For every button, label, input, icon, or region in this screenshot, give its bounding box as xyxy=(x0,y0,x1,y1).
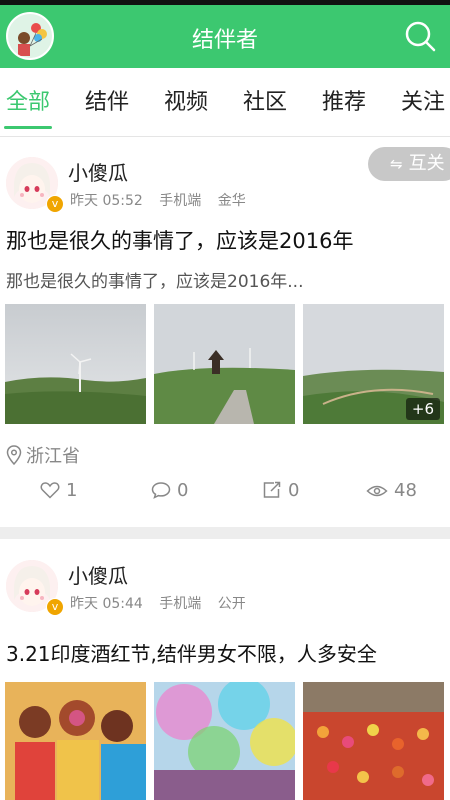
category-tabs: 全部 结伴 视频 社区 推荐 关注 xyxy=(0,68,450,137)
tab-all[interactable]: 全部 xyxy=(6,84,50,116)
post-time: 昨天 05:44 xyxy=(70,596,143,612)
mutual-follow-button[interactable]: ⇋ 互关 xyxy=(368,147,450,181)
share-button[interactable]: 0 xyxy=(262,480,299,501)
tab-following[interactable]: 关注 xyxy=(401,84,445,116)
post-title[interactable]: 3.21印度酒红节,结伴男女不限，人多安全 xyxy=(6,638,377,667)
location-pin-icon xyxy=(6,445,22,466)
verified-badge-icon: v xyxy=(46,195,64,213)
post-meta: 昨天 05:44 手机端 公开 xyxy=(70,593,258,613)
post-location[interactable]: 浙江省 xyxy=(6,442,80,468)
active-tab-indicator xyxy=(4,126,52,129)
username[interactable]: 小傻瓜 xyxy=(68,157,128,186)
tab-video[interactable]: 视频 xyxy=(164,84,208,116)
post-divider xyxy=(0,527,450,539)
tab-partner[interactable]: 结伴 xyxy=(85,84,129,116)
post-meta: 昨天 05:52 手机端 金华 xyxy=(70,190,258,210)
post-device: 手机端 xyxy=(159,596,202,612)
post-photo[interactable] xyxy=(5,682,146,800)
share-icon xyxy=(263,481,281,498)
post-photo[interactable]: +6 xyxy=(303,304,444,424)
share-count: 0 xyxy=(288,480,300,501)
like-button[interactable]: 1 xyxy=(40,480,77,501)
post-title[interactable]: 那也是很久的事情了，应该是2016年 xyxy=(6,225,353,255)
post-excerpt[interactable]: 那也是很久的事情了，应该是2016年... xyxy=(6,267,303,292)
post-device: 手机端 xyxy=(159,193,202,209)
views-stat: 48 xyxy=(366,480,417,501)
top-bar: 结伴者 xyxy=(0,0,450,68)
search-icon[interactable] xyxy=(404,20,436,52)
heart-icon xyxy=(40,482,60,499)
feed-post[interactable]: v 小傻瓜 昨天 05:44 手机端 公开 3.21印度酒红节,结伴男女不限，人… xyxy=(0,540,450,800)
comment-icon xyxy=(151,482,171,499)
follow-label: 互关 xyxy=(408,153,445,174)
feed-post[interactable]: v 小傻瓜 昨天 05:52 手机端 金华 ⇋ 互关 那也是很久的事情了，应该是2… xyxy=(0,137,450,525)
tab-recommend[interactable]: 推荐 xyxy=(322,84,366,116)
view-count: 48 xyxy=(394,480,417,501)
status-strip xyxy=(0,0,450,5)
more-photos-badge[interactable]: +6 xyxy=(405,398,440,420)
username[interactable]: 小傻瓜 xyxy=(68,560,128,589)
tab-community[interactable]: 社区 xyxy=(243,84,287,116)
mutual-follow-icon: ⇋ xyxy=(390,155,403,173)
post-tag: 公开 xyxy=(217,596,246,612)
post-photo[interactable] xyxy=(5,304,146,424)
comment-button[interactable]: 0 xyxy=(151,480,188,501)
post-photo[interactable] xyxy=(303,682,444,800)
location-text: 浙江省 xyxy=(26,446,80,467)
app-title: 结伴者 xyxy=(191,28,258,53)
comment-count: 0 xyxy=(177,480,189,501)
post-tag: 金华 xyxy=(217,193,246,209)
post-photo[interactable] xyxy=(154,304,295,424)
verified-badge-icon: v xyxy=(46,598,64,616)
like-count: 1 xyxy=(66,480,78,501)
eye-icon xyxy=(366,485,388,497)
post-time: 昨天 05:52 xyxy=(70,193,143,209)
post-photo[interactable] xyxy=(154,682,295,800)
